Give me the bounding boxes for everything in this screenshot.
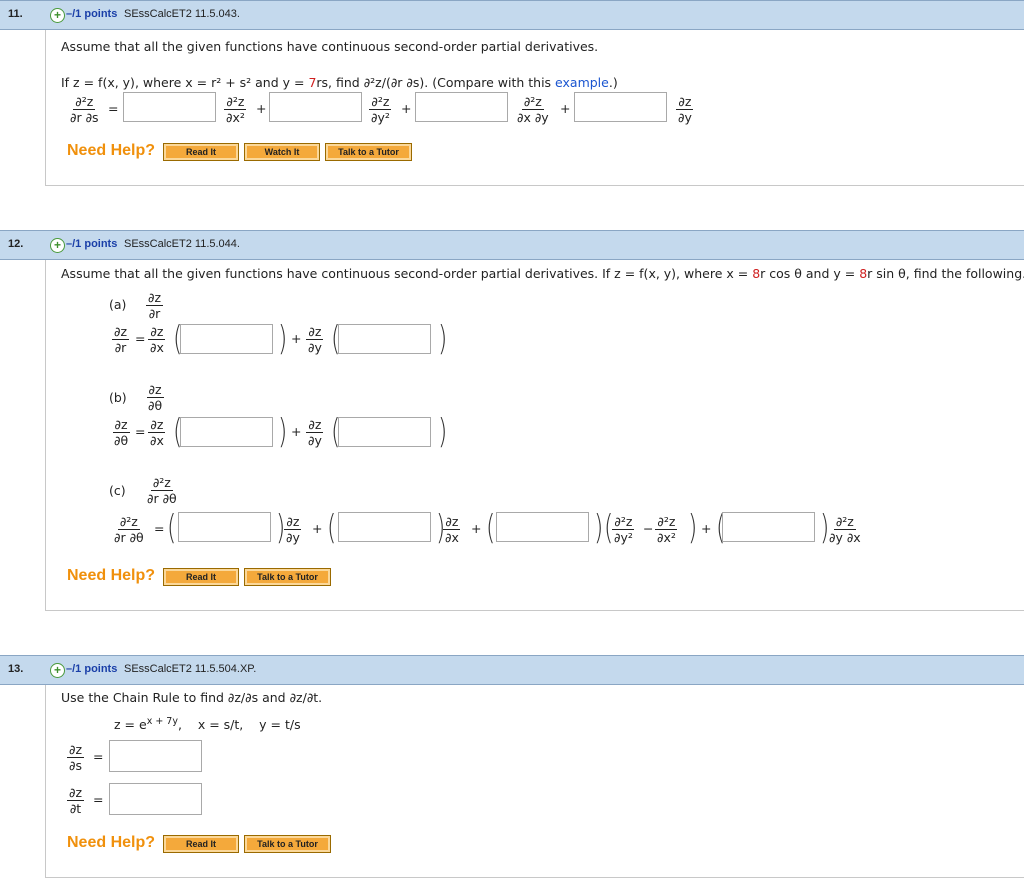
answer-input-b2[interactable] xyxy=(338,417,431,447)
answer-input-1[interactable] xyxy=(123,92,216,122)
answer-input-2[interactable] xyxy=(269,92,362,122)
answer-input-b1[interactable] xyxy=(180,417,273,447)
minus-sign: − xyxy=(643,521,654,536)
read-it-button[interactable]: Read It xyxy=(163,835,239,853)
question-number: 12. xyxy=(8,238,24,250)
part-b-label: (b) xyxy=(109,390,127,405)
read-it-button[interactable]: Read It xyxy=(163,568,239,586)
equals-sign: = xyxy=(108,101,119,116)
fraction-d2z-dy2: ∂²z ∂y² xyxy=(612,514,635,545)
plus-sign: + xyxy=(291,424,302,439)
need-help-label: Need Help? xyxy=(67,834,156,851)
question-intro: Assume that all the given functions have… xyxy=(61,39,599,54)
plus-sign: + xyxy=(701,521,712,536)
equals-sign: = xyxy=(135,424,146,439)
question-11-body: Assume that all the given functions have… xyxy=(45,30,1024,186)
fraction-dz-dt: ∂z ∂t xyxy=(67,785,85,816)
fraction-d2z-dx2: ∂²z ∂x² xyxy=(655,514,678,545)
part-c-label: (c) xyxy=(109,483,126,498)
part-a-label: (a) xyxy=(109,297,127,312)
fraction-d2z-dy2: ∂²z ∂y² xyxy=(369,94,392,125)
right-paren: ) xyxy=(277,319,288,359)
right-paren: ) xyxy=(593,508,604,548)
question-13-header: 13. + –/1 points SEssCalcET2 11.5.504.XP… xyxy=(0,655,1024,685)
answer-input-c1[interactable] xyxy=(178,512,271,542)
answer-input-3[interactable] xyxy=(415,92,508,122)
fraction-dz-dy: ∂z ∂y xyxy=(284,514,302,545)
part-c-heading: ∂²z ∂r ∂θ xyxy=(147,475,177,506)
answer-input-4[interactable] xyxy=(574,92,667,122)
question-12-header: 12. + –/1 points SEssCalcET2 11.5.044. xyxy=(0,230,1024,260)
read-it-button[interactable]: Read It xyxy=(163,143,239,161)
points-label: –/1 points xyxy=(66,238,118,250)
fraction-d2z-dydx: ∂²z ∂y ∂x xyxy=(829,514,861,545)
dz-ds-input[interactable] xyxy=(109,740,202,772)
expand-plus-icon[interactable]: + xyxy=(50,8,65,23)
right-paren: ) xyxy=(277,412,288,452)
answer-input-a2[interactable] xyxy=(338,324,431,354)
random-parameter: 8 xyxy=(859,266,868,281)
given-equations: z = ex + 7y, x = s/t, y = t/s xyxy=(114,716,301,733)
left-paren: ( xyxy=(326,508,337,548)
talk-to-tutor-button[interactable]: Talk to a Tutor xyxy=(325,143,412,161)
dz-dt-input[interactable] xyxy=(109,783,202,815)
points-label: –/1 points xyxy=(66,8,118,20)
question-number: 13. xyxy=(8,663,24,675)
fraction-d2z-dxdy: ∂²z ∂x ∂y xyxy=(517,94,549,125)
question-11-header: 11. + –/1 points SEssCalcET2 11.5.043. xyxy=(0,0,1024,30)
talk-to-tutor-button[interactable]: Talk to a Tutor xyxy=(244,568,331,586)
equals-sign: = xyxy=(93,749,104,764)
example-link[interactable]: example xyxy=(555,75,609,90)
lhs-fraction: ∂²z ∂r ∂s xyxy=(70,94,99,125)
fraction-dz-ds: ∂z ∂s xyxy=(67,742,85,773)
plus-sign: + xyxy=(401,101,412,116)
source-label: SEssCalcET2 11.5.043. xyxy=(124,8,240,20)
fraction-dz-dy: ∂z ∂y xyxy=(676,94,694,125)
left-paren: ( xyxy=(166,508,177,548)
points-label: –/1 points xyxy=(66,663,118,675)
fraction-d2z-dx2: ∂²z ∂x² xyxy=(224,94,247,125)
source-label: SEssCalcET2 11.5.504.XP. xyxy=(124,663,257,675)
right-paren: ) xyxy=(437,319,448,359)
part-b-heading: ∂z ∂θ xyxy=(146,382,164,413)
question-12-body: Assume that all the given functions have… xyxy=(45,260,1024,611)
plus-sign: + xyxy=(471,521,482,536)
part-a-heading: ∂z ∂r xyxy=(146,290,164,321)
fraction-dz-dx: ∂z ∂x xyxy=(148,417,166,448)
right-paren: ) xyxy=(437,412,448,452)
question-13-body: Use the Chain Rule to find ∂z/∂s and ∂z/… xyxy=(45,685,1024,878)
question-prompt: If z = f(x, y), where x = r² + s² and y … xyxy=(61,75,618,90)
need-help-label: Need Help? xyxy=(67,567,156,584)
talk-to-tutor-button[interactable]: Talk to a Tutor xyxy=(244,835,331,853)
plus-sign: + xyxy=(256,101,267,116)
expand-plus-icon[interactable]: + xyxy=(50,663,65,678)
expand-plus-icon[interactable]: + xyxy=(50,238,65,253)
fraction-dz-dr: ∂z ∂r xyxy=(112,324,130,355)
equals-sign: = xyxy=(135,331,146,346)
answer-input-c4[interactable] xyxy=(722,512,815,542)
left-paren: ( xyxy=(485,508,496,548)
answer-input-c2[interactable] xyxy=(338,512,431,542)
fraction-d2z-drdtheta: ∂²z ∂r ∂θ xyxy=(114,514,144,545)
right-paren: ) xyxy=(687,508,698,548)
answer-input-c3[interactable] xyxy=(496,512,589,542)
plus-sign: + xyxy=(560,101,571,116)
plus-sign: + xyxy=(312,521,323,536)
random-parameter: 8 xyxy=(752,266,761,281)
question-number: 11. xyxy=(8,8,23,20)
fraction-dz-dy: ∂z ∂y xyxy=(306,324,324,355)
plus-sign: + xyxy=(291,331,302,346)
watch-it-button[interactable]: Watch It xyxy=(244,143,320,161)
fraction-dz-dy: ∂z ∂y xyxy=(306,417,324,448)
question-intro: Use the Chain Rule to find ∂z/∂s and ∂z/… xyxy=(61,690,323,705)
equals-sign: = xyxy=(154,521,165,536)
fraction-dz-dx: ∂z ∂x xyxy=(148,324,166,355)
fraction-dz-dtheta: ∂z ∂θ xyxy=(112,417,130,448)
equals-sign: = xyxy=(93,792,104,807)
need-help-label: Need Help? xyxy=(67,142,156,159)
fraction-dz-dx: ∂z ∂x xyxy=(443,514,461,545)
question-intro: Assume that all the given functions have… xyxy=(61,266,1024,281)
answer-input-a1[interactable] xyxy=(180,324,273,354)
source-label: SEssCalcET2 11.5.044. xyxy=(124,238,240,250)
